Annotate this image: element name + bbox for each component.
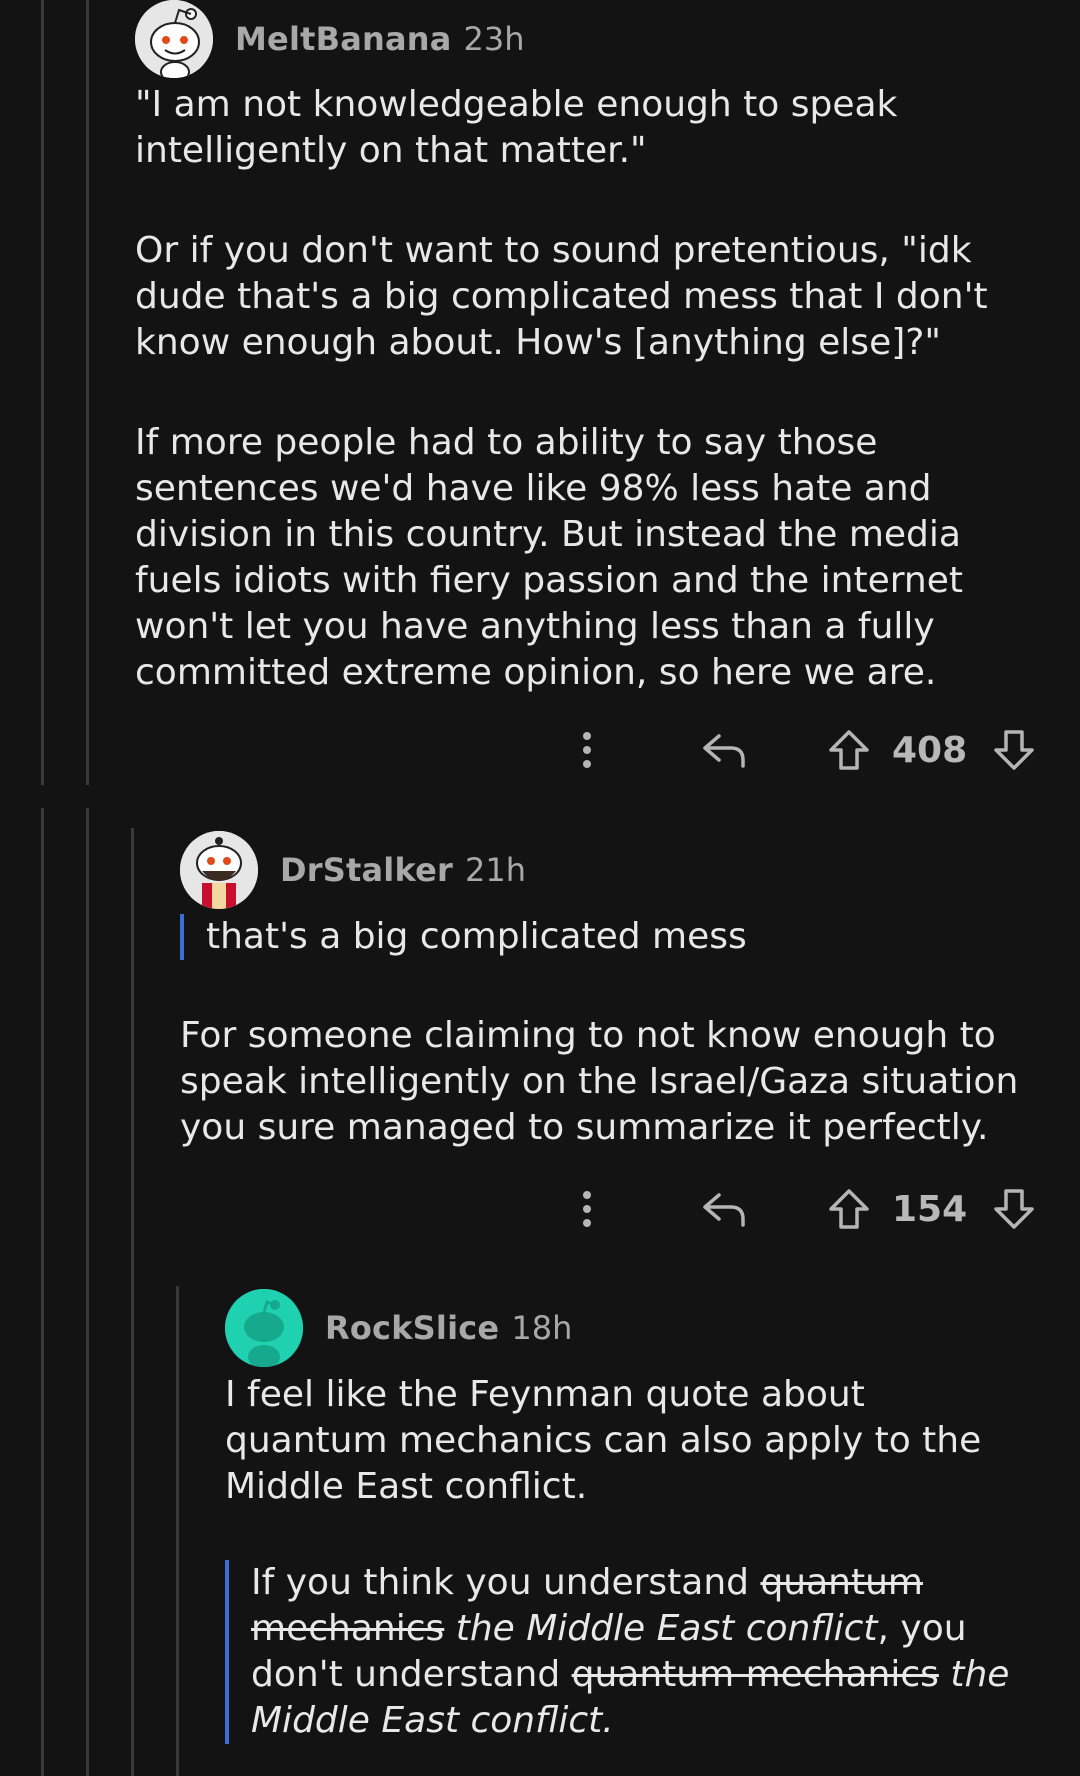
comment-paragraph: Or if you don't want to sound pretentiou… — [135, 230, 988, 363]
thread-line — [176, 1286, 179, 1776]
thread-line — [131, 828, 134, 1776]
more-vertical-icon — [583, 732, 591, 768]
reply-button[interactable] — [694, 1184, 754, 1234]
snoo-avatar-icon — [225, 1289, 303, 1367]
reply-arrow-icon — [703, 734, 745, 768]
comment-body: I feel like the Feynman quote about quan… — [225, 1372, 1025, 1510]
avatar[interactable] — [225, 1289, 303, 1367]
comment-paragraph: If more people had to ability to say tho… — [135, 422, 963, 693]
avatar[interactable] — [180, 831, 258, 909]
snoo-avatar-icon — [180, 831, 258, 909]
vote-score: 408 — [892, 729, 968, 771]
comment-header: RockSlice 18h — [225, 1289, 572, 1367]
more-options-button[interactable] — [572, 1184, 602, 1234]
avatar[interactable] — [135, 0, 213, 78]
strikethrough-text: quantum mechanics — [571, 1654, 939, 1695]
quote-text: . — [602, 1700, 614, 1741]
thread-line — [86, 808, 89, 1776]
italic-text: the Middle East conflict — [455, 1608, 878, 1649]
comment-age: 21h — [464, 851, 526, 889]
comment-paragraph: I feel like the Feynman quote about quan… — [225, 1374, 982, 1507]
comment-body: "I am not knowledgeable enough to speak … — [135, 82, 1035, 696]
blockquote: that's a big complicated mess — [180, 914, 747, 960]
upvote-arrow-icon — [829, 1189, 869, 1229]
comment-paragraph: "I am not knowledgeable enough to speak … — [135, 84, 898, 171]
comment-age: 18h — [511, 1309, 573, 1347]
thread-line — [86, 0, 89, 785]
comment-actions: 408 — [572, 725, 1039, 775]
more-vertical-icon — [583, 1191, 591, 1227]
comment-age: 23h — [463, 20, 525, 58]
reply-button[interactable] — [694, 725, 754, 775]
reply-arrow-icon — [703, 1193, 745, 1227]
thread-line — [41, 808, 44, 1776]
comment-header: DrStalker 21h — [180, 831, 526, 909]
comment-actions: 154 — [572, 1184, 1039, 1234]
vote-score: 154 — [892, 1188, 968, 1230]
comment-body: For someone claiming to not know enough … — [180, 1013, 1040, 1151]
upvote-arrow-icon — [829, 730, 869, 770]
blockquote: If you think you understand quantum mech… — [225, 1560, 1056, 1744]
downvote-button[interactable] — [989, 1184, 1039, 1234]
upvote-button[interactable] — [824, 725, 874, 775]
username[interactable]: RockSlice — [325, 1309, 499, 1347]
comment-header: MeltBanana 23h — [135, 0, 525, 78]
downvote-arrow-icon — [994, 730, 1034, 770]
upvote-button[interactable] — [824, 1184, 874, 1234]
quote-text: that's a big complicated mess — [206, 916, 747, 957]
more-options-button[interactable] — [572, 725, 602, 775]
comment-paragraph: For someone claiming to not know enough … — [180, 1015, 1019, 1148]
username[interactable]: MeltBanana — [235, 20, 452, 58]
downvote-button[interactable] — [989, 725, 1039, 775]
quote-text: If you think you understand — [251, 1562, 761, 1603]
username[interactable]: DrStalker — [280, 851, 453, 889]
thread-line — [41, 0, 44, 785]
downvote-arrow-icon — [994, 1189, 1034, 1229]
snoo-avatar-icon — [135, 0, 213, 78]
